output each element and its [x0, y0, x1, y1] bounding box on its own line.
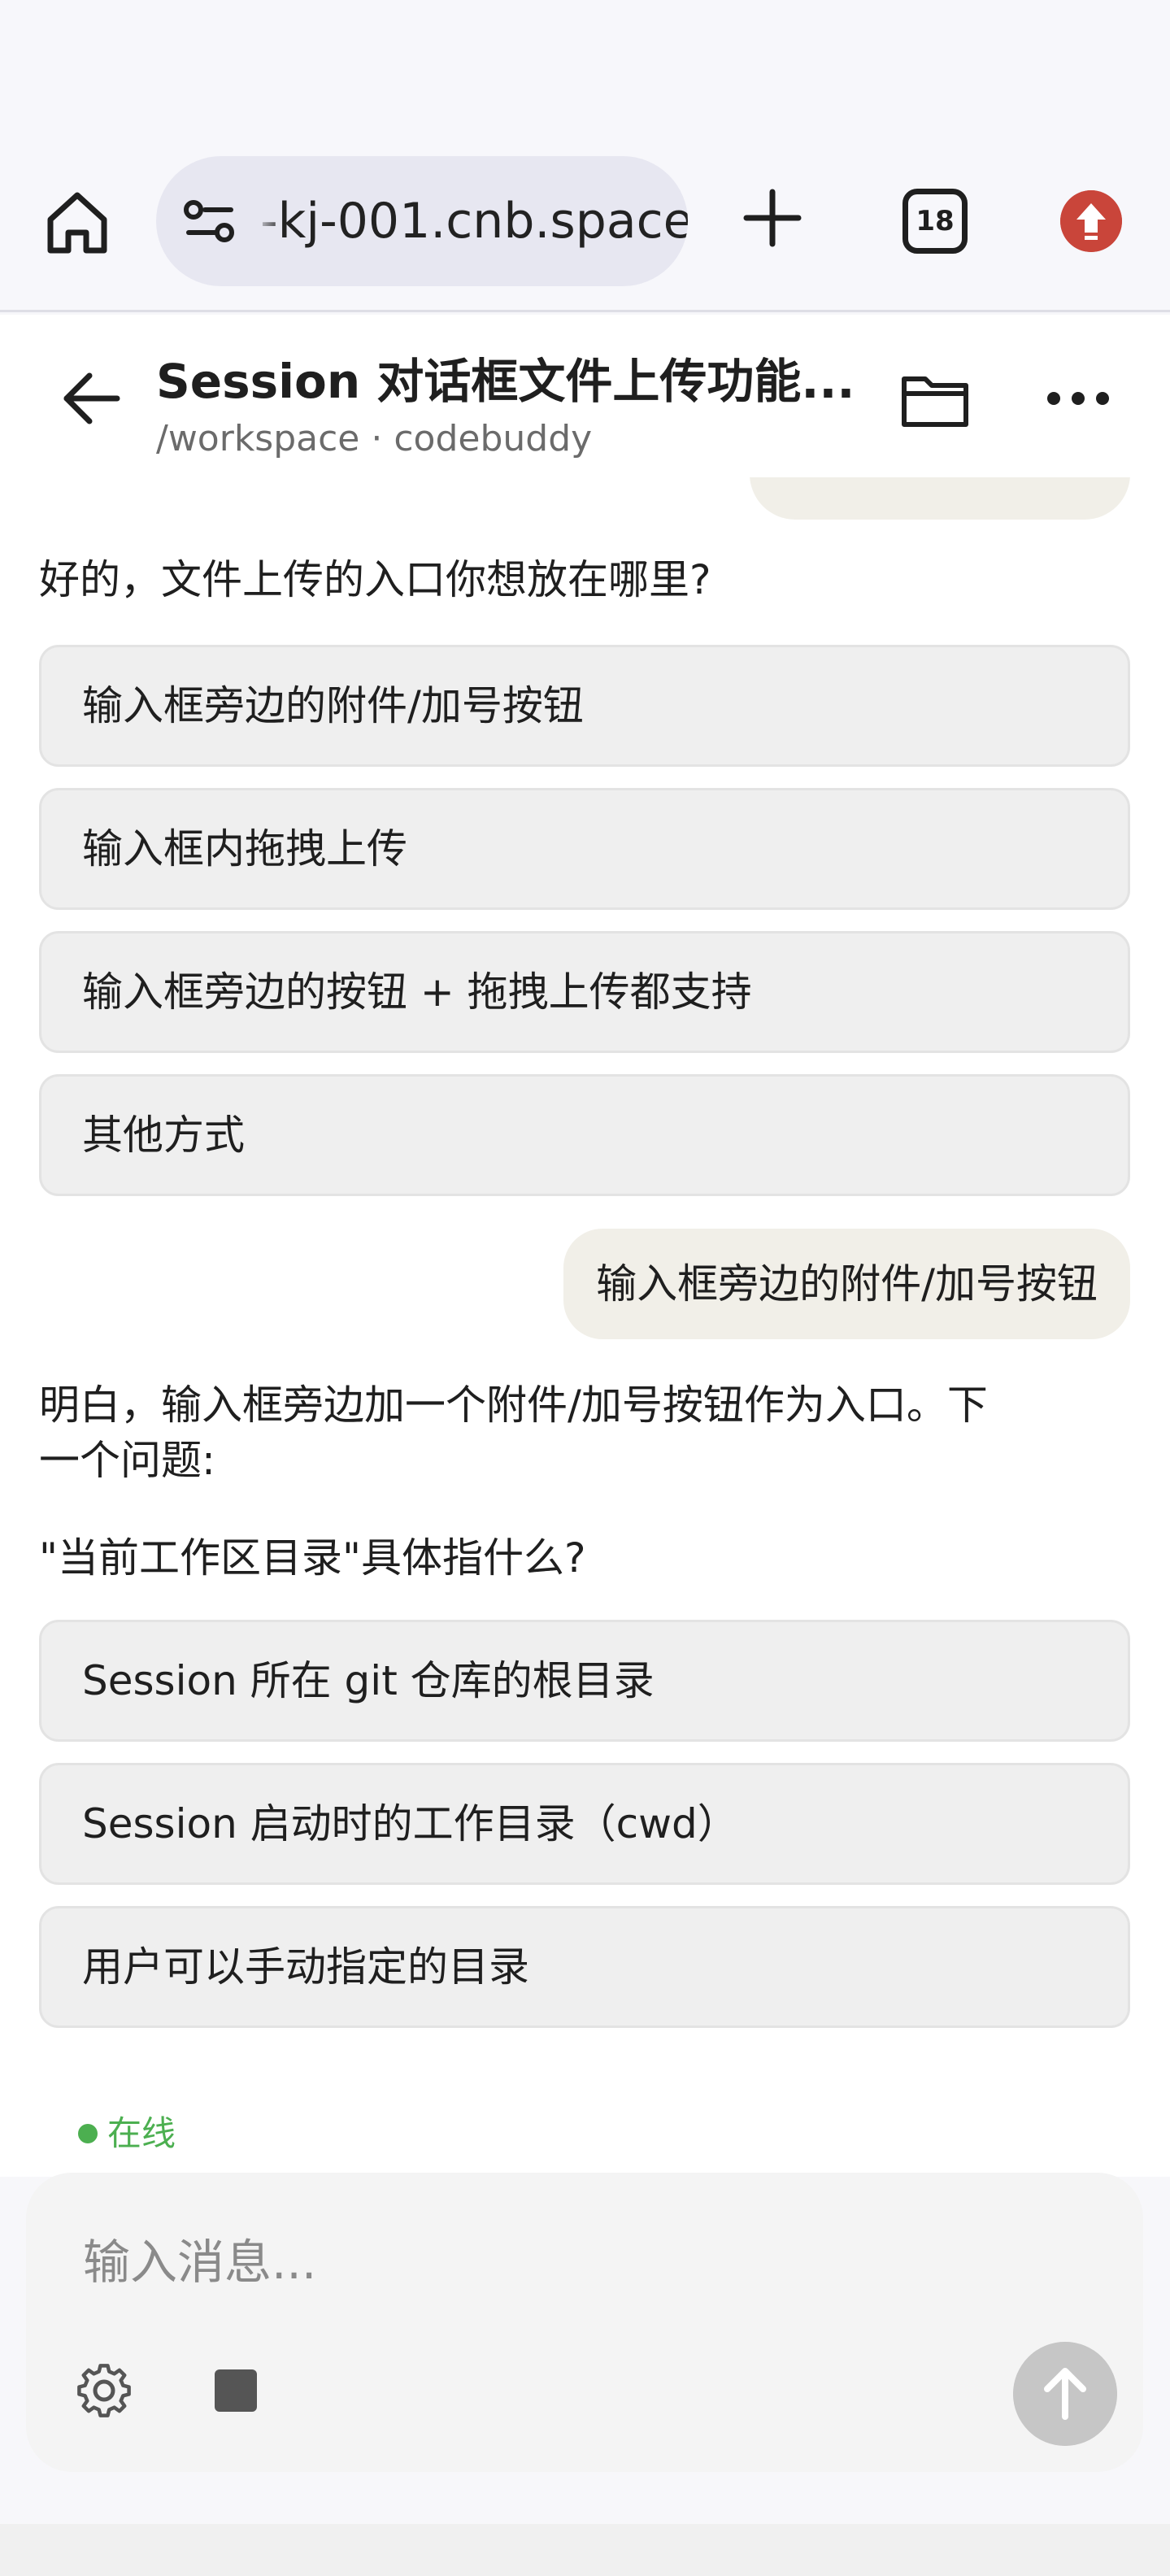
session-path: /workspace · codebuddy [156, 418, 593, 459]
more-icon[interactable] [1044, 382, 1112, 415]
user-message-bubble: 输入框旁边的附件/加号按钮 [563, 1229, 1130, 1339]
assistant-reply-line-2: 一个问题: [39, 1437, 215, 1484]
message-composer [26, 2173, 1143, 2472]
home-icon[interactable] [42, 187, 112, 257]
session-title: Session 对话框文件上传功能... [156, 354, 855, 409]
status-label: 在线 [107, 2113, 176, 2153]
update-icon[interactable] [1060, 190, 1122, 252]
stop-icon[interactable] [215, 2369, 257, 2412]
url-fade [254, 156, 283, 286]
option-button[interactable]: 用户可以手动指定的目录 [39, 1906, 1130, 2028]
message-input[interactable] [83, 2221, 1059, 2303]
option-button[interactable]: 输入框旁边的附件/加号按钮 [39, 645, 1130, 767]
send-arrow-icon[interactable] [1013, 2342, 1117, 2446]
option-button[interactable]: 其他方式 [39, 1074, 1130, 1196]
tab-count: 18 [916, 205, 955, 237]
new-tab-icon[interactable] [738, 184, 807, 252]
back-arrow-icon[interactable] [59, 366, 124, 431]
assistant-question-1: 好的，文件上传的入口你想放在哪里? [39, 556, 711, 603]
settings-icon[interactable] [75, 2361, 133, 2420]
assistant-question-2: "当前工作区目录"具体指什么? [39, 1534, 586, 1582]
assistant-reply-line-1: 明白，输入框旁边加一个附件/加号按钮作为入口。下 [39, 1382, 988, 1429]
option-button[interactable]: 输入框内拖拽上传 [39, 788, 1130, 910]
url-bar[interactable]: -kj-001.cnb.space [156, 156, 688, 286]
site-settings-icon[interactable] [181, 192, 239, 250]
tabs-icon[interactable]: 18 [903, 189, 968, 254]
option-button[interactable]: Session 启动时的工作目录（cwd） [39, 1763, 1130, 1885]
option-button[interactable]: 输入框旁边的按钮 + 拖拽上传都支持 [39, 931, 1130, 1053]
connection-status: 在线 [78, 2109, 176, 2158]
url-text[interactable]: -kj-001.cnb.space [260, 156, 688, 286]
previous-user-bubble [750, 477, 1130, 520]
chat-messages[interactable]: 好的，文件上传的入口你想放在哪里? 输入框旁边的附件/加号按钮 输入框内拖拽上传… [0, 477, 1170, 2177]
folder-icon[interactable] [899, 371, 971, 429]
bottom-safe-area [0, 2524, 1170, 2576]
option-button[interactable]: Session 所在 git 仓库的根目录 [39, 1620, 1130, 1742]
status-dot-icon [78, 2124, 98, 2143]
browser-toolbar: -kj-001.cnb.space 18 [0, 0, 1170, 312]
